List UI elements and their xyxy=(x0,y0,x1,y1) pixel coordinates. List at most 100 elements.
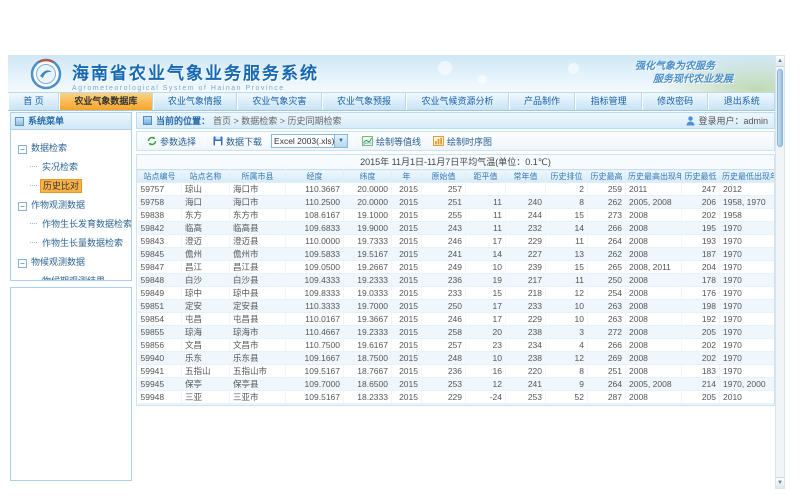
nav-item[interactable]: 指标管理 xyxy=(575,93,642,110)
table-row[interactable]: 59757琼山海口市110.366720.0000201525722592011… xyxy=(138,183,776,196)
table-cell: 2015 xyxy=(392,339,422,352)
table-row[interactable]: 59843澄迈澄迈县110.000019.7333201524617229112… xyxy=(138,235,776,248)
draw-contour-label: 绘制等值线 xyxy=(376,135,421,148)
tree-child-item[interactable]: 实况检索 xyxy=(30,160,128,173)
table-cell: 109.0500 xyxy=(286,261,344,274)
draw-timeseries-button[interactable]: 绘制时序图 xyxy=(427,133,498,149)
tree-child-item[interactable]: 物候期观测结果 xyxy=(30,274,128,280)
table-row[interactable]: 59845儋州儋州市109.583319.5167201524114227132… xyxy=(138,248,776,261)
table-cell: 59842 xyxy=(138,222,182,235)
table-cell: 16 xyxy=(466,365,506,378)
nav-item[interactable]: 产品制作 xyxy=(509,93,576,110)
param-select-button[interactable]: 参数选择 xyxy=(141,133,202,149)
nav-item[interactable]: 首 页 xyxy=(8,93,59,110)
collapse-icon[interactable]: − xyxy=(18,202,27,211)
table-row[interactable]: 59848白沙白沙县109.433319.2333201523619217112… xyxy=(138,274,776,287)
tree-parent-item[interactable]: −数据检索 xyxy=(18,141,128,154)
save-icon xyxy=(213,136,223,146)
table-cell: 1970 xyxy=(720,261,776,274)
table-cell: 110.3667 xyxy=(286,404,344,407)
table-cell: 澄迈 xyxy=(182,235,230,248)
table-cell: 2015 xyxy=(392,235,422,248)
table-cell: 2008 xyxy=(626,209,682,222)
table-row[interactable]: 59758海口海口市110.250020.0000201525111240826… xyxy=(138,196,776,209)
table-row[interactable]: 59854屯昌屯昌县110.016719.3667201524617229102… xyxy=(138,313,776,326)
table-cell: 17 xyxy=(466,300,506,313)
draw-contour-button[interactable]: 绘制等值线 xyxy=(356,133,427,149)
table-cell: 239 xyxy=(506,261,546,274)
column-header: 站点名称 xyxy=(182,170,230,183)
scrollbar-thumb[interactable] xyxy=(777,69,783,147)
table-row[interactable]: 59851定安定安县110.333319.7000201525017233102… xyxy=(138,300,776,313)
tree-parent-item[interactable]: −作物观测数据 xyxy=(18,198,128,211)
table-cell: 205 xyxy=(682,326,720,339)
table-cell: 59845 xyxy=(138,248,182,261)
tree-child-item[interactable]: 作物生长量数据检索 xyxy=(30,236,128,249)
table-row[interactable]: 59945保亭保亭县109.700018.6500201525312241926… xyxy=(138,378,776,391)
tree-child-item[interactable]: 历史比对 xyxy=(30,179,128,192)
table-cell: 247 xyxy=(682,183,720,196)
nav-item[interactable]: 农业气候资源分析 xyxy=(406,93,509,110)
table-cell: 273 xyxy=(588,209,626,222)
column-header: 历史最高 xyxy=(588,170,626,183)
format-dropdown[interactable]: Excel 2003(.xls) ▼ xyxy=(271,134,348,148)
table-cell: 229 xyxy=(422,391,466,404)
table-row[interactable]: 59951万宁万宁市110.366718.8000201525613243927… xyxy=(138,404,776,407)
table-row[interactable]: 59941五指山五指山市109.516718.76672015236162208… xyxy=(138,365,776,378)
nav-item[interactable]: 农业气象预报 xyxy=(322,93,407,110)
table-row[interactable]: 59855琼海琼海市110.466719.2333201525820238327… xyxy=(138,326,776,339)
table-cell: 2008 xyxy=(626,391,682,404)
sidebar: 系统菜单 −数据检索实况检索历史比对 −作物观测数据作物生长发育数据检索作物生长量… xyxy=(10,112,132,481)
sidebar-header: 系统菜单 xyxy=(11,113,131,130)
table-row[interactable]: 59838东方东方市108.616719.1000201525511244152… xyxy=(138,209,776,222)
tree-parent-item[interactable]: −物候观测数据 xyxy=(18,255,128,268)
table-cell: 2015 xyxy=(392,313,422,326)
nav-item[interactable]: 修改密码 xyxy=(642,93,709,110)
scroll-up-icon[interactable]: ▲ xyxy=(776,56,784,67)
nav-item[interactable]: 农业气象灾害 xyxy=(237,93,322,110)
table-cell: 59757 xyxy=(138,183,182,196)
table-cell: 2005, 2008 xyxy=(626,196,682,209)
table-cell: 206 xyxy=(682,196,720,209)
breadcrumb-path: 首页 > 数据检索 > 历史同期检索 xyxy=(213,114,342,127)
table-cell: 59854 xyxy=(138,313,182,326)
table-cell: 2008 xyxy=(626,339,682,352)
table-row[interactable]: 59849琼中琼中县109.833319.0333201523315218122… xyxy=(138,287,776,300)
chevron-down-icon[interactable]: ▼ xyxy=(335,134,348,148)
table-cell: 59941 xyxy=(138,365,182,378)
table-cell: 2015 xyxy=(392,222,422,235)
table-row[interactable]: 59856文昌文昌市110.750019.6167201525723234426… xyxy=(138,339,776,352)
nav-item[interactable]: 退出系统 xyxy=(708,93,775,110)
table-cell: 11 xyxy=(546,274,588,287)
scroll-down-icon[interactable]: ▼ xyxy=(776,477,784,488)
table-row[interactable]: 59847昌江昌江县109.050019.2667201524910239152… xyxy=(138,261,776,274)
table-cell: 昌江 xyxy=(182,261,230,274)
table-cell: 229 xyxy=(506,313,546,326)
table-cell: 241 xyxy=(422,248,466,261)
column-header: 所属市县 xyxy=(230,170,286,183)
table-cell: 1970 xyxy=(720,287,776,300)
refresh-icon xyxy=(147,136,157,146)
table-cell: 东方 xyxy=(182,209,230,222)
table-cell: 13 xyxy=(466,404,506,407)
table-cell: 59848 xyxy=(138,274,182,287)
table-cell: 万宁 xyxy=(182,404,230,407)
table-row[interactable]: 59940乐东乐东县109.166718.7500201524810238122… xyxy=(138,352,776,365)
vertical-scrollbar[interactable]: ▲ ▼ xyxy=(775,55,785,489)
nav-item[interactable]: 农业气象情报 xyxy=(153,93,238,110)
download-button[interactable]: 数据下载 xyxy=(207,133,268,149)
table-cell: 2008 xyxy=(626,274,682,287)
table-cell: 251 xyxy=(422,196,466,209)
collapse-icon[interactable]: − xyxy=(18,145,27,154)
table-cell: 保亭 xyxy=(182,378,230,391)
column-header: 历史最高出现年份 xyxy=(626,170,682,183)
table-cell: 243 xyxy=(506,404,546,407)
collapse-icon[interactable]: − xyxy=(18,259,27,268)
table-cell: 59758 xyxy=(138,196,182,209)
table-row[interactable]: 59948三亚三亚市109.516718.23332015229-2425352… xyxy=(138,391,776,404)
table-row[interactable]: 59842临高临高县109.683319.9000201524311232142… xyxy=(138,222,776,235)
table-cell: 4 xyxy=(546,339,588,352)
tree-child-item[interactable]: 作物生长发育数据检索 xyxy=(30,217,128,230)
table-cell: 110.2500 xyxy=(286,196,344,209)
nav-item[interactable]: 农业气象数据库 xyxy=(59,93,153,110)
